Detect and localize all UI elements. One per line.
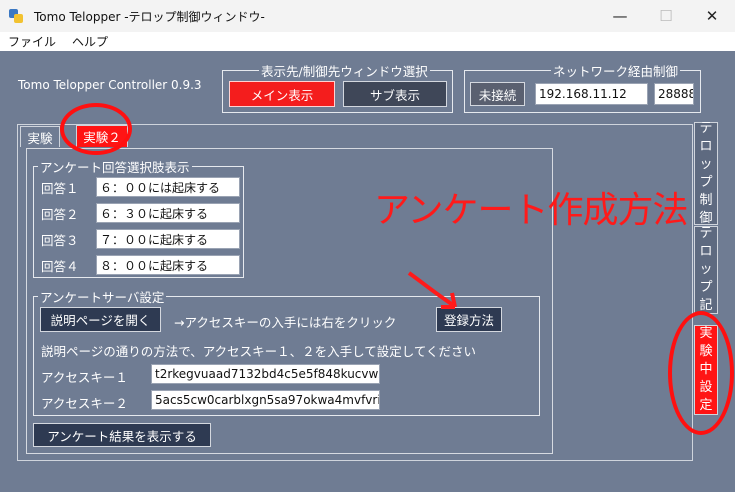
side-tab-char: ロ <box>699 244 713 259</box>
connection-status-button[interactable]: 未接続 <box>470 82 525 106</box>
close-button[interactable]: ✕ <box>689 0 735 32</box>
main-display-button[interactable]: メイン表示 <box>229 81 335 107</box>
side-tab-telop-control[interactable]: テ ロ ッ プ 制 御 <box>694 120 718 226</box>
side-tab-char: テ <box>699 120 713 136</box>
show-survey-results-button[interactable]: アンケート結果を表示する <box>33 423 211 447</box>
minimize-button[interactable]: — <box>597 0 643 32</box>
title-bar: Tomo Telopper -テロップ制御ウィンドウ- — ☐ ✕ <box>0 0 735 32</box>
instruction-text: 説明ページの通りの方法で、アクセスキー１、２を入手して設定してください <box>41 344 477 359</box>
access-key-2-input[interactable]: 5acs5cw0carblxgn5sa97okwa4mvfvri <box>151 390 380 410</box>
annotation-arrow-icon <box>407 271 457 309</box>
menu-bar: ファイル ヘルプ <box>0 32 735 51</box>
port-input[interactable]: 28888 <box>654 83 694 105</box>
answer-1-input[interactable]: ６：００には起床する <box>96 177 240 197</box>
menu-help[interactable]: ヘルプ <box>64 33 116 50</box>
access-key-1-label: アクセスキー１ <box>41 370 128 385</box>
tab-experiment[interactable]: 実験 <box>20 126 60 147</box>
window-title: Tomo Telopper -テロップ制御ウィンドウ- <box>34 9 265 24</box>
answer-3-label: 回答３ <box>41 233 79 248</box>
access-key-hint: →アクセスキーの入手には右をクリック <box>174 315 397 330</box>
side-tab-char: プ <box>699 280 713 295</box>
maximize-button[interactable]: ☐ <box>643 0 689 32</box>
survey-server-legend: アンケートサーバ設定 <box>40 290 165 305</box>
access-key-1-input[interactable]: t2rkegvuaad7132bd4c5e5f848kucvwx <box>151 364 380 384</box>
side-tab-char: ッ <box>699 156 713 172</box>
ip-address-input[interactable]: 192.168.11.12 <box>535 83 648 105</box>
answer-1-label: 回答１ <box>41 181 79 196</box>
open-explanation-button[interactable]: 説明ページを開く <box>40 307 161 332</box>
answer-2-label: 回答２ <box>41 207 79 222</box>
answer-options-legend: アンケート回答選択肢表示 <box>40 160 190 175</box>
menu-file[interactable]: ファイル <box>0 33 64 50</box>
app-icon <box>8 8 24 24</box>
network-control-legend: ネットワーク経由制御 <box>553 64 679 79</box>
side-tab-char: ロ <box>699 138 713 154</box>
side-tab-char: 制 <box>699 192 713 208</box>
annotation-circle-side-tab <box>668 311 734 435</box>
side-tab-char: プ <box>699 174 713 190</box>
answer-4-input[interactable]: ８：００に起床する <box>96 255 240 275</box>
display-target-legend: 表示先/制御先ウィンドウ選択 <box>261 64 428 79</box>
answer-3-input[interactable]: ７：００に起床する <box>96 229 240 249</box>
sub-display-button[interactable]: サブ表示 <box>343 81 447 107</box>
side-tab-char: ッ <box>699 262 713 277</box>
answer-4-label: 回答４ <box>41 259 79 274</box>
access-key-2-label: アクセスキー２ <box>41 396 128 411</box>
side-tab-char: テ <box>699 226 713 241</box>
app-title: Tomo Telopper Controller 0.9.3 <box>18 78 202 92</box>
annotation-label: アンケート作成方法 <box>374 190 689 231</box>
annotation-circle-tab <box>60 103 132 155</box>
side-tab-telop-record[interactable]: テ ロ ッ プ 記 <box>694 226 718 314</box>
answer-2-input[interactable]: ６：３０に起床する <box>96 203 240 223</box>
